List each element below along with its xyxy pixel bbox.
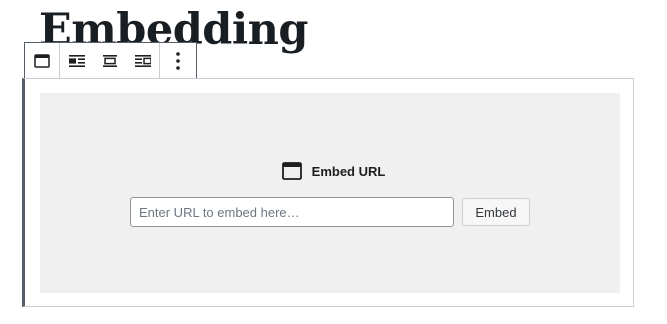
align-center-icon: [102, 54, 117, 67]
embed-url-input[interactable]: [130, 197, 454, 227]
embed-placeholder-label: Embed URL: [0, 160, 667, 182]
block-type-group: [25, 43, 59, 78]
embed-button[interactable]: Embed: [462, 198, 530, 226]
more-options-icon: [176, 51, 180, 70]
alignment-group: [59, 43, 159, 78]
align-right-button[interactable]: [126, 43, 159, 78]
align-right-icon: [134, 54, 151, 67]
embed-block-icon: [34, 53, 50, 68]
embed-placeholder: [40, 93, 620, 293]
align-left-button[interactable]: [60, 43, 93, 78]
align-left-icon: [68, 54, 85, 67]
embed-label-text: Embed URL: [311, 163, 386, 179]
align-center-button[interactable]: [93, 43, 126, 78]
block-toolbar: [24, 42, 197, 78]
editor-canvas: Embedding Embed URL Enter URL to embed h…: [0, 0, 667, 324]
embed-block-icon: [281, 162, 302, 180]
more-group: [159, 43, 196, 78]
block-type-button[interactable]: [25, 43, 59, 78]
more-options-button[interactable]: [160, 43, 196, 78]
